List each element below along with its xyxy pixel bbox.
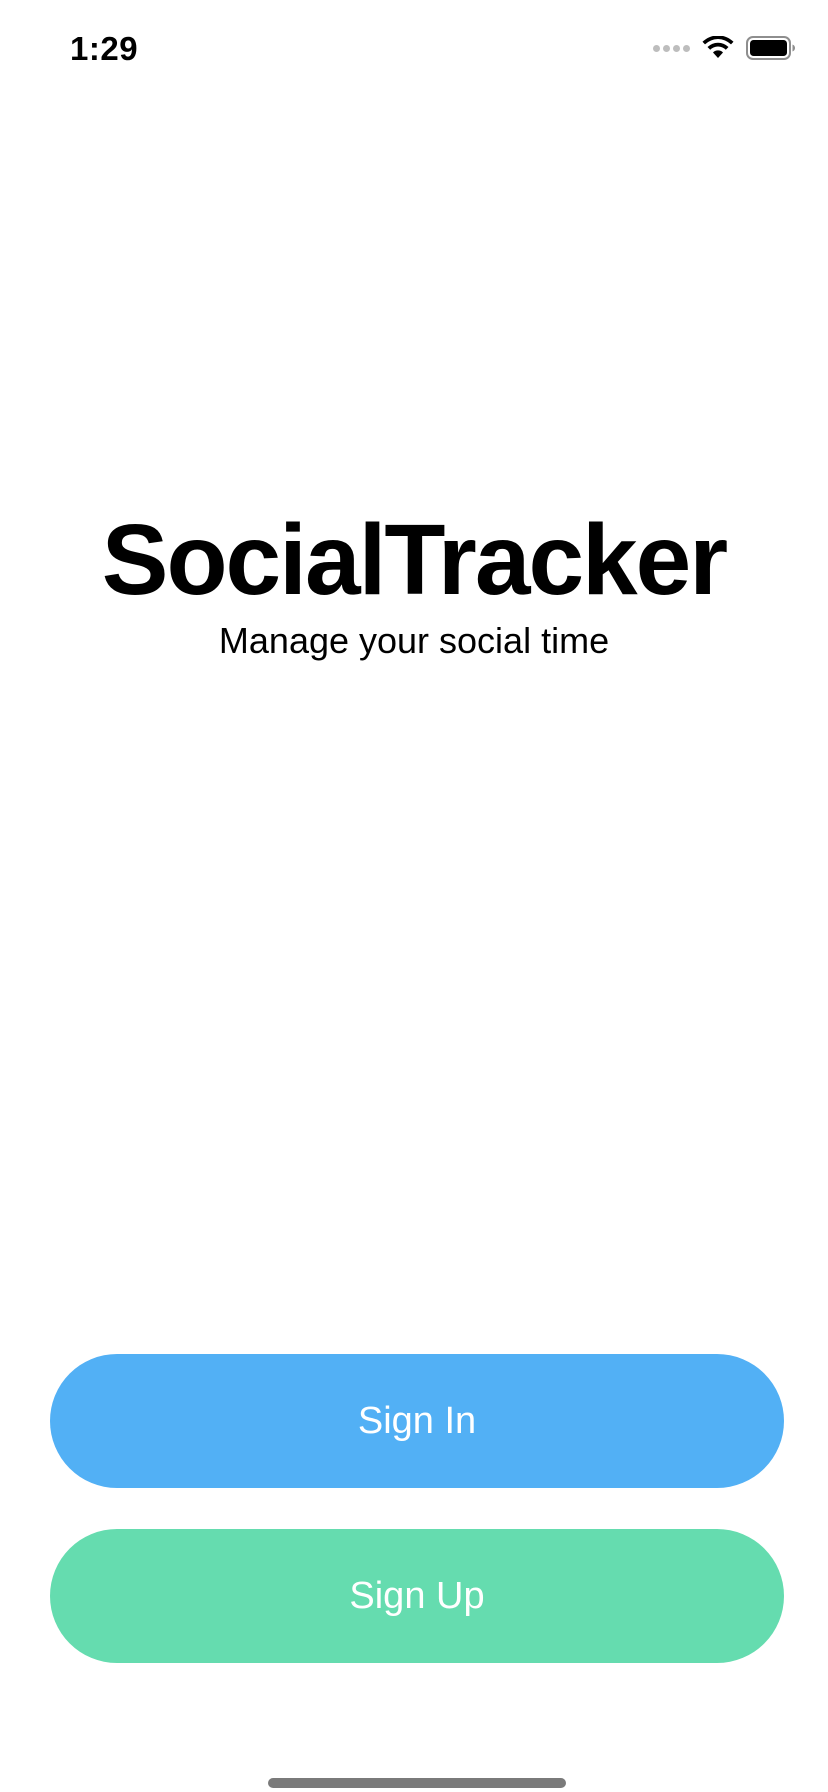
title-block: SocialTracker Manage your social time [0, 505, 828, 663]
battery-icon [746, 36, 796, 60]
sign-up-button[interactable]: Sign Up [50, 1529, 784, 1663]
wifi-icon [702, 36, 734, 60]
signal-dots-icon [653, 44, 690, 52]
status-time: 1:29 [70, 30, 139, 67]
status-icons [653, 36, 796, 60]
status-bar: 1:29 [0, 0, 828, 100]
sign-in-button[interactable]: Sign In [50, 1354, 784, 1488]
app-subtitle: Manage your social time [218, 620, 610, 661]
home-indicator[interactable] [268, 1778, 566, 1788]
app-title: SocialTracker [101, 504, 728, 616]
